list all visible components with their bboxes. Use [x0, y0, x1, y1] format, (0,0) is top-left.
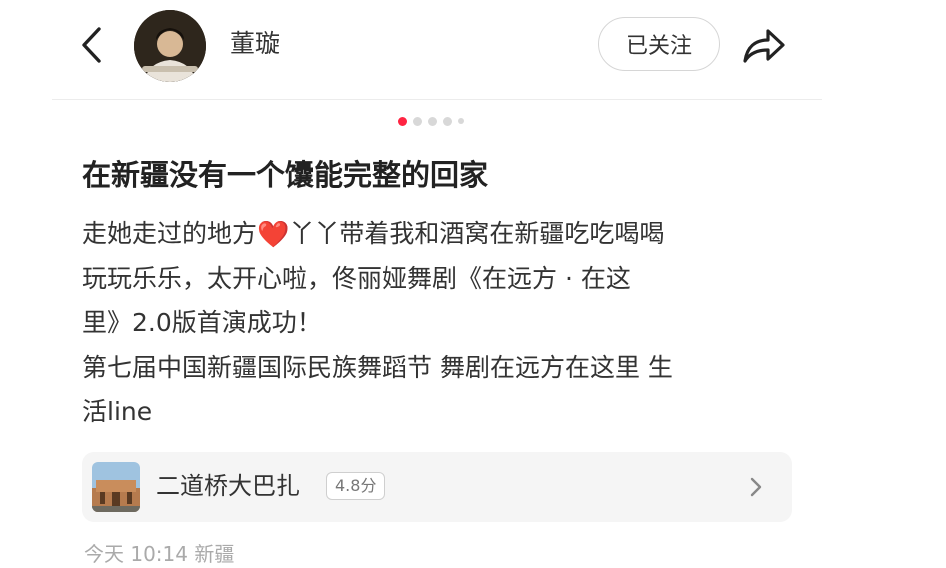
author-avatar[interactable]	[134, 10, 206, 82]
location-name: 二道桥大巴扎	[156, 472, 300, 500]
note-description: 走她走过的地方❤️丫丫带着我和酒窝在新疆吃吃喝喝 玩玩乐乐，太开心啦，佟丽娅舞剧…	[82, 212, 802, 435]
share-arrow-icon	[743, 29, 785, 63]
author-name[interactable]: 董璇	[230, 26, 280, 62]
desc-line-2: 玩玩乐乐，太开心啦，佟丽娅舞剧《在远方 · 在这	[82, 263, 631, 293]
back-button[interactable]	[72, 22, 112, 68]
bazaar-image	[92, 462, 140, 512]
desc-line-4: 第七届中国新疆国际民族舞蹈节 舞剧在远方在这里 生	[82, 352, 673, 382]
header-divider	[52, 99, 822, 100]
location-card[interactable]: 二道桥大巴扎 4.8分	[82, 452, 792, 522]
desc-line-5: 活line	[82, 397, 153, 426]
desc-line-3: 里》2.0版首演成功！	[82, 308, 322, 337]
location-rating-badge: 4.8分	[326, 472, 386, 500]
desc-text: 走她走过的地方	[82, 219, 258, 248]
desc-line-1: 走她走过的地方❤️丫丫带着我和酒窝在新疆吃吃喝喝	[82, 212, 802, 257]
carousel-dot	[428, 116, 437, 126]
chevron-left-icon	[82, 27, 101, 63]
post-header: 董璇 已关注	[0, 0, 946, 100]
carousel-dot	[458, 118, 464, 124]
desc-text: 丫丫带着我和酒窝在新疆吃吃喝喝	[289, 219, 665, 248]
carousel-dot	[443, 116, 452, 126]
chevron-right-icon	[750, 477, 762, 497]
carousel-dot-active	[398, 116, 407, 126]
note-title: 在新疆没有一个馕能完整的回家	[82, 158, 489, 192]
post-meta: 今天 10:14 新疆	[84, 542, 235, 566]
carousel-indicator	[398, 116, 464, 126]
follow-button[interactable]: 已关注	[598, 17, 720, 71]
location-thumbnail	[92, 462, 140, 512]
avatar-image	[134, 10, 206, 82]
carousel-dot	[413, 116, 422, 126]
share-button[interactable]	[738, 20, 790, 70]
heart-emoji-icon: ❤️	[257, 220, 290, 250]
